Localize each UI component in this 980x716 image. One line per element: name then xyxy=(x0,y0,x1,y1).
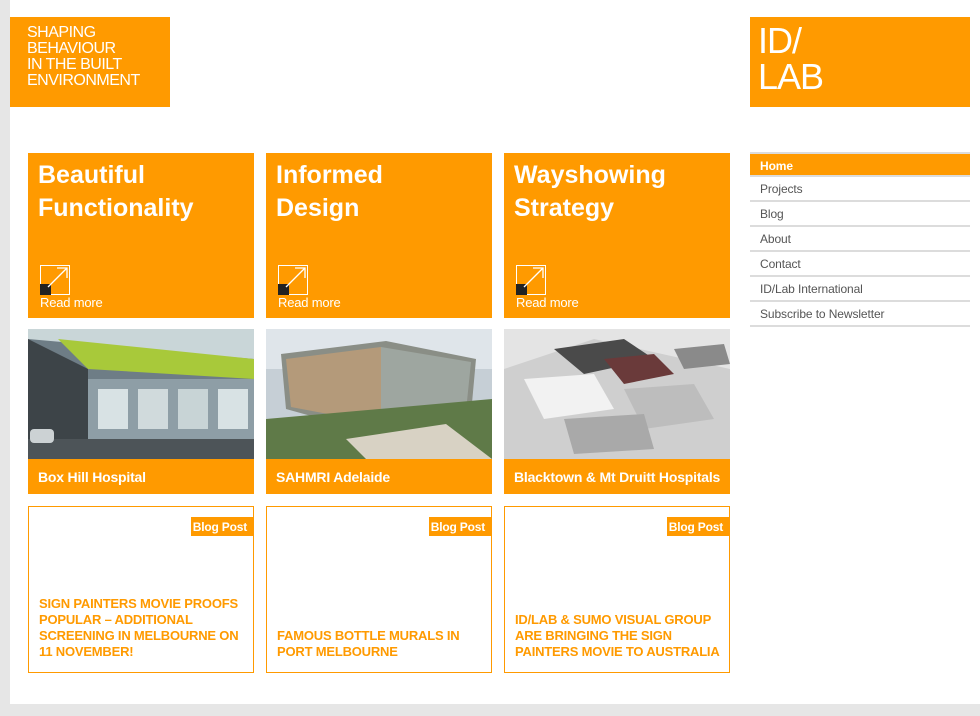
project-image xyxy=(266,329,492,459)
nav-item-about[interactable]: About xyxy=(750,227,970,252)
feature-tile-beautiful-functionality[interactable]: Beautiful Functionality Read more xyxy=(28,153,254,318)
feature-title-line: Functionality xyxy=(38,194,194,222)
tagline-line: BEHAVIOUR xyxy=(27,40,116,57)
feature-title: Informed Design xyxy=(276,159,383,225)
blog-post-card[interactable]: Blog Post ID/LAB & SUMO VISUAL GROUP ARE… xyxy=(504,506,730,673)
tagline-block: SHAPING BEHAVIOUR IN THE BUILT ENVIRONME… xyxy=(10,17,170,107)
project-caption: SAHMRI Adelaide xyxy=(266,459,492,494)
main-nav: Home Projects Blog About Contact ID/Lab … xyxy=(750,152,970,327)
arrow-diagonal-icon[interactable] xyxy=(40,265,70,295)
blog-post-card[interactable]: Blog Post FAMOUS BOTTLE MURALS IN PORT M… xyxy=(266,506,492,673)
tagline-line: ENVIRONMENT xyxy=(27,72,140,89)
feature-title-line: Beautiful xyxy=(38,161,145,189)
blog-post-badge: Blog Post xyxy=(190,517,253,536)
nav-item-contact[interactable]: Contact xyxy=(750,252,970,277)
feature-title-line: Strategy xyxy=(514,194,615,222)
project-caption: Box Hill Hospital xyxy=(28,459,254,494)
feature-title: Wayshowing Strategy xyxy=(514,159,666,225)
arrow-diagonal-icon[interactable] xyxy=(278,265,308,295)
project-tile-sahmri-adelaide[interactable]: SAHMRI Adelaide xyxy=(266,329,492,494)
blog-post-title[interactable]: FAMOUS BOTTLE MURALS IN PORT MELBOURNE xyxy=(277,628,485,660)
tagline-line: SHAPING xyxy=(27,24,96,41)
read-more-link[interactable]: Read more xyxy=(40,295,103,310)
logo-line: LAB xyxy=(758,56,824,97)
read-more-link[interactable]: Read more xyxy=(516,295,579,310)
read-more-link[interactable]: Read more xyxy=(278,295,341,310)
project-tile-box-hill-hospital[interactable]: Box Hill Hospital xyxy=(28,329,254,494)
project-image xyxy=(28,329,254,459)
blog-post-badge: Blog Post xyxy=(428,517,491,536)
arrow-diagonal-icon[interactable] xyxy=(516,265,546,295)
blog-post-title[interactable]: SIGN PAINTERS MOVIE PROOFS POPULAR – ADD… xyxy=(39,596,247,660)
nav-item-home[interactable]: Home xyxy=(750,152,970,177)
blog-post-card[interactable]: Blog Post SIGN PAINTERS MOVIE PROOFS POP… xyxy=(28,506,254,673)
feature-title-line: Informed xyxy=(276,161,383,189)
blog-post-title[interactable]: ID/LAB & SUMO VISUAL GROUP ARE BRINGING … xyxy=(515,612,723,660)
logo[interactable]: ID/ LAB xyxy=(750,17,970,107)
logo-line: ID/ xyxy=(758,20,802,61)
project-image xyxy=(504,329,730,459)
feature-title-line: Design xyxy=(276,194,360,222)
feature-tile-wayshowing-strategy[interactable]: Wayshowing Strategy Read more xyxy=(504,153,730,318)
project-tile-blacktown-mt-druitt[interactable]: Blacktown & Mt Druitt Hospitals xyxy=(504,329,730,494)
feature-title: Beautiful Functionality xyxy=(38,159,194,225)
project-caption: Blacktown & Mt Druitt Hospitals xyxy=(504,459,730,494)
nav-item-idlab-international[interactable]: ID/Lab International xyxy=(750,277,970,302)
blog-post-badge: Blog Post xyxy=(666,517,729,536)
feature-tile-informed-design[interactable]: Informed Design Read more xyxy=(266,153,492,318)
feature-title-line: Wayshowing xyxy=(514,161,666,189)
nav-item-subscribe-newsletter[interactable]: Subscribe to Newsletter xyxy=(750,302,970,327)
page: SHAPING BEHAVIOUR IN THE BUILT ENVIRONME… xyxy=(10,0,980,704)
tagline-line: IN THE BUILT xyxy=(27,56,122,73)
nav-item-blog[interactable]: Blog xyxy=(750,202,970,227)
nav-item-projects[interactable]: Projects xyxy=(750,177,970,202)
